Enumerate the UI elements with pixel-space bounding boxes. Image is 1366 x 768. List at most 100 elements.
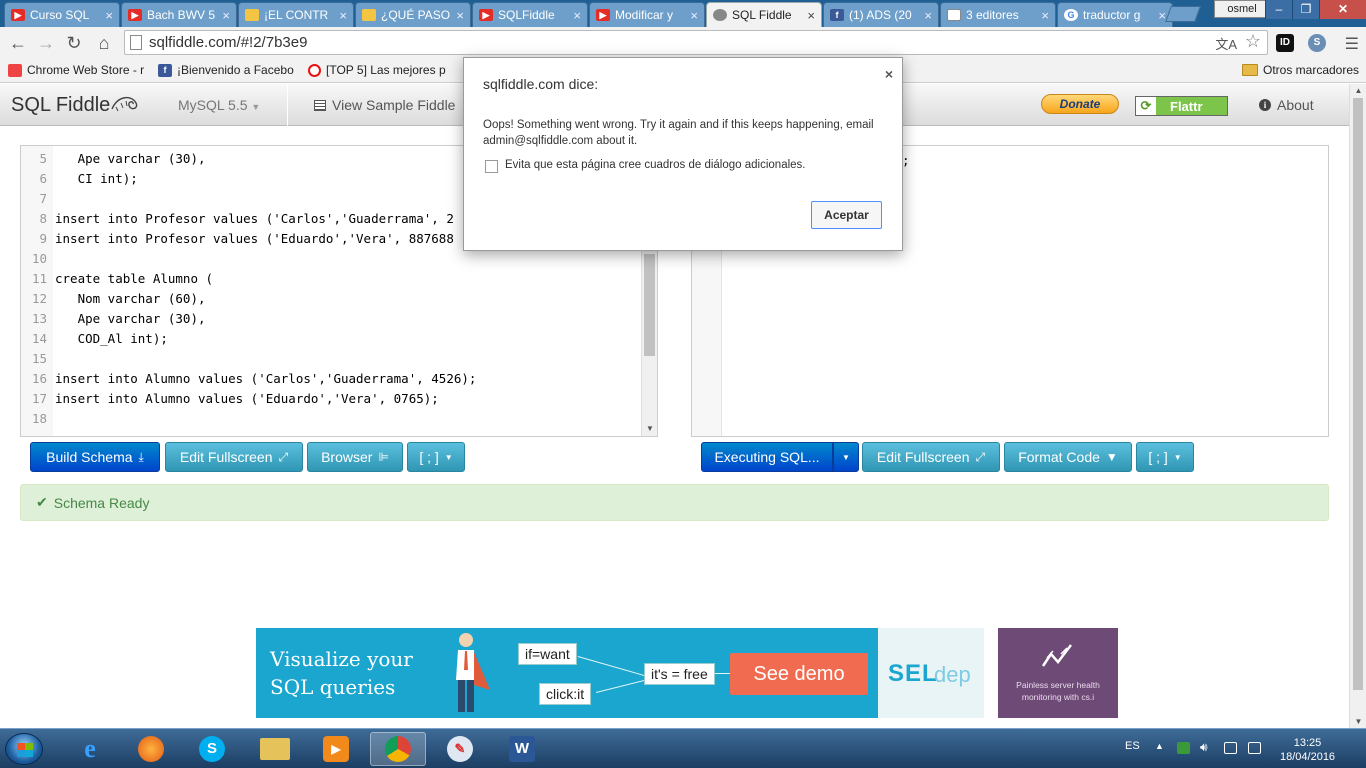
browser-tab[interactable]: ▶ Modificar y × [589,2,705,27]
monitoring-ad[interactable]: Painless server health monitoring with c… [998,628,1118,718]
page-scroll-thumb[interactable] [1353,98,1363,690]
bookmark-item[interactable]: [TOP 5] Las mejores p [308,63,446,77]
run-sql-dropdown[interactable]: ▼ [833,442,859,472]
browser-tab[interactable]: SQL Fiddle × [706,2,822,27]
forward-icon[interactable]: → [34,31,58,55]
close-window-button[interactable]: ✕ [1319,0,1366,19]
browser-tab[interactable]: ▶ SQLFiddle × [472,2,588,27]
browser-tab[interactable]: ¡EL CONTR × [238,2,354,27]
code-line: 5 Ape varchar (30), [21,149,476,169]
tab-close-icon[interactable]: × [1041,8,1049,23]
language-indicator[interactable]: ES [1125,740,1140,752]
action-center-icon[interactable] [1248,742,1261,754]
tab-close-icon[interactable]: × [339,8,347,23]
restore-button[interactable]: ❐ [1292,0,1319,19]
info-icon: i [1259,99,1271,111]
internet-explorer-icon[interactable]: e [62,732,118,766]
reload-icon[interactable]: ↻ [62,31,86,55]
page-icon [245,9,259,21]
pulse-graph-icon [1041,644,1072,667]
tab-close-icon[interactable]: × [105,8,113,23]
terminator-dropdown-left[interactable]: [ ; ] ▼ [407,442,465,472]
tab-close-icon[interactable]: × [690,8,698,23]
dialog-ok-button[interactable]: Aceptar [811,201,882,229]
flattr-button[interactable]: ⟳ Flattr [1135,96,1228,116]
edit-fullscreen-label: Edit Fullscreen [179,449,273,465]
scroll-down-icon[interactable]: ▼ [642,424,657,433]
chrome-menu-icon[interactable]: ☰ [1345,34,1359,54]
media-player-icon[interactable]: ▶ [308,732,364,766]
scroll-up-icon[interactable]: ▲ [1350,86,1366,95]
network-icon[interactable] [1224,742,1237,754]
other-bookmarks[interactable]: Otros marcadores [1242,63,1359,77]
brand-title[interactable]: SQL Fiddle [11,94,110,117]
profile-button[interactable]: osmel [1214,0,1270,18]
line-number: 17 [31,391,47,406]
about-label: About [1277,97,1314,113]
home-icon[interactable]: ⌂ [92,31,116,55]
file-explorer-icon[interactable] [247,732,303,766]
browser-toolbar: ← → ↻ ⌂ sqlfiddle.com/#!2/7b3e9 文A ☆ ID … [0,27,1366,59]
donate-button[interactable]: Donate [1041,94,1119,114]
browser-tab[interactable]: ▶ Bach BWV 5 × [121,2,237,27]
other-bookmarks-label: Otros marcadores [1263,63,1360,77]
connector-line [577,656,652,678]
sqldep-logo-ad[interactable]: SEL dep [878,628,984,718]
extension-s-icon[interactable]: S [1308,34,1326,52]
about-link[interactable]: i About [1259,97,1314,113]
new-tab-button[interactable] [1165,6,1201,22]
browser-button[interactable]: Browser ⊫ [307,442,403,472]
gear-icon [713,9,727,21]
paint-icon[interactable]: ✎ [432,732,488,766]
see-demo-button[interactable]: See demo [730,653,868,695]
minimize-button[interactable]: ‒ [1265,0,1292,19]
list-icon [314,99,326,111]
caret-down-icon: ▼ [444,452,453,462]
edit-fullscreen-button-right[interactable]: Edit Fullscreen ⤢ [862,442,1000,472]
build-schema-button[interactable]: Build Schema ⤓ [30,442,160,472]
tab-close-icon[interactable]: × [807,8,815,23]
bookmark-star-icon[interactable]: ☆ [1245,31,1261,52]
page-scrollbar[interactable]: ▲ ▼ [1349,84,1366,728]
tab-close-icon[interactable]: × [222,8,230,23]
browser-tab[interactable]: ▶ Curso SQL × [4,2,120,27]
browser-tab[interactable]: f (1) ADS (20 × [823,2,939,27]
terminator-dropdown-right[interactable]: [ ; ] ▼ [1136,442,1194,472]
browser-tab[interactable]: ¿QUÉ PASO × [355,2,471,27]
browser-tab[interactable]: Gtraductor g × [1057,2,1173,27]
address-bar[interactable]: sqlfiddle.com/#!2/7b3e9 文A ☆ [124,30,1268,55]
run-sql-button[interactable]: Executing SQL... [701,442,833,472]
start-button[interactable] [5,733,43,765]
bookmark-item[interactable]: f ¡Bienvenido a Facebo [158,63,294,77]
show-hidden-icons[interactable]: ▲ [1155,741,1164,751]
scroll-thumb[interactable] [644,254,655,356]
flattr-icon: ⟳ [1136,97,1156,115]
view-sample-fiddle-link[interactable]: View Sample Fiddle [314,97,455,113]
suppress-dialogs-checkbox[interactable] [485,160,498,173]
code-line: 11 create table Alumno ( [21,269,476,289]
chrome-taskbar-icon[interactable] [370,732,426,766]
tray-app-icon[interactable] [1177,742,1190,754]
edit-fullscreen-button[interactable]: Edit Fullscreen ⤢ [165,442,303,472]
firefox-icon[interactable] [123,732,179,766]
tab-close-icon[interactable]: × [573,8,581,23]
word-icon[interactable]: W [494,732,550,766]
tab-close-icon[interactable]: × [456,8,464,23]
back-icon[interactable]: ← [6,31,30,55]
scroll-down-icon[interactable]: ▼ [1350,717,1366,726]
sqldep-ad-banner[interactable]: Visualize your SQL queries if=want click… [256,628,878,718]
expand-icon: ⤢ [975,449,986,464]
translate-icon[interactable]: 文A [1215,34,1237,53]
format-code-button[interactable]: Format Code ▼ [1004,442,1132,472]
dialog-close-icon[interactable]: × [885,66,893,82]
tab-close-icon[interactable]: × [924,8,932,23]
browser-tab[interactable]: 3 editores × [940,2,1056,27]
skype-icon[interactable]: S [184,732,240,766]
system-clock[interactable]: 13:25 18/04/2016 [1280,736,1335,764]
volume-icon[interactable]: 🔊︎ [1200,740,1208,755]
extension-id-icon[interactable]: ID [1276,34,1294,52]
suppress-dialogs-label[interactable]: Evita que esta página cree cuadros de di… [505,159,805,171]
database-selector[interactable]: MySQL 5.5 ▼ [178,97,260,113]
bookmark-item[interactable]: Chrome Web Store - r [8,63,144,77]
